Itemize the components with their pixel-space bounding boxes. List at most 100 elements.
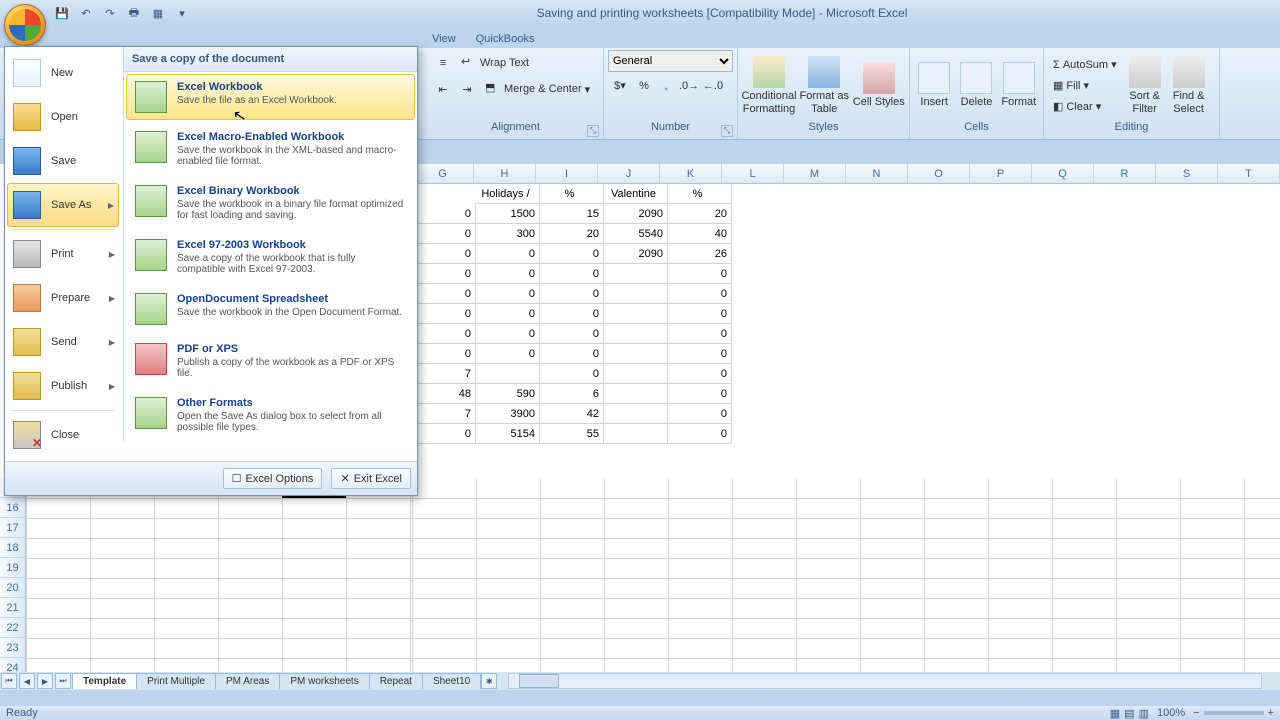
office-button[interactable]	[4, 4, 46, 46]
cell[interactable]: 0	[668, 424, 732, 444]
zoom-in-button[interactable]: +	[1268, 707, 1274, 719]
wrap-text-button[interactable]: ↩Wrap Text	[456, 52, 534, 74]
sheet-nav-last[interactable]: ⏭	[55, 673, 71, 689]
row-header[interactable]: 16	[0, 498, 26, 518]
fill-button[interactable]: ▦ Fill ▾	[1048, 76, 1122, 95]
sort-filter-button[interactable]: Sort & Filter	[1124, 52, 1166, 120]
cell[interactable]: 0	[540, 244, 604, 264]
cell[interactable]: 0	[476, 304, 540, 324]
cell-header[interactable]: Holidays /	[476, 184, 540, 204]
qat-print-icon[interactable]: 🖶	[124, 4, 144, 22]
sheet-tab[interactable]: Repeat	[369, 673, 423, 689]
column-header-Q[interactable]: Q	[1032, 164, 1094, 183]
cell[interactable]: 0	[476, 244, 540, 264]
sheet-tab[interactable]: PM worksheets	[279, 673, 369, 689]
menu-save[interactable]: Save	[7, 139, 119, 183]
menu-publish[interactable]: Publish▶	[7, 364, 119, 408]
column-header-K[interactable]: K	[660, 164, 722, 183]
view-normal-icon[interactable]: ▦	[1110, 707, 1120, 720]
menu-print[interactable]: Print▶	[7, 232, 119, 276]
cell[interactable]: 0	[412, 244, 476, 264]
row-header[interactable]: 20	[0, 578, 26, 598]
saveas-option[interactable]: Excel WorkbookSave the file as an Excel …	[126, 74, 415, 120]
column-header-L[interactable]: L	[722, 164, 784, 183]
cell[interactable]	[604, 324, 668, 344]
cell[interactable]: 5540	[604, 224, 668, 244]
cell[interactable]: 0	[412, 324, 476, 344]
cell[interactable]: 7	[412, 364, 476, 384]
cell[interactable]: 0	[540, 344, 604, 364]
delete-button[interactable]: Delete	[956, 52, 996, 120]
cell[interactable]	[604, 344, 668, 364]
saveas-option[interactable]: Excel 97-2003 WorkbookSave a copy of the…	[124, 230, 417, 284]
insert-button[interactable]: Insert	[914, 52, 954, 120]
column-header-M[interactable]: M	[784, 164, 846, 183]
alignment-dialog-launcher[interactable]: ⤡	[587, 125, 599, 137]
row-header[interactable]: 23	[0, 638, 26, 658]
sheet-tab[interactable]: Template	[72, 673, 137, 689]
zoom-slider[interactable]	[1204, 711, 1264, 715]
currency-button[interactable]: $▾	[608, 76, 632, 95]
cell[interactable]: 300	[476, 224, 540, 244]
number-dialog-launcher[interactable]: ⤡	[721, 125, 733, 137]
sheet-tab[interactable]: PM Areas	[215, 673, 280, 689]
cell[interactable]	[604, 404, 668, 424]
horizontal-scrollbar[interactable]	[508, 673, 1262, 689]
cell[interactable]: 15	[540, 204, 604, 224]
cell[interactable]	[476, 364, 540, 384]
row-header[interactable]: 21	[0, 598, 26, 618]
inc-decimal-button[interactable]: .0→	[678, 76, 700, 95]
clear-button[interactable]: ◧ Clear ▾	[1048, 97, 1122, 116]
qat-redo-icon[interactable]: ↷	[100, 4, 120, 22]
cell[interactable]	[604, 284, 668, 304]
qat-save-icon[interactable]: 💾	[52, 4, 72, 22]
cell[interactable]: 0	[540, 364, 604, 384]
sheet-nav-first[interactable]: ⏮	[1, 673, 17, 689]
menu-open[interactable]: Open	[7, 95, 119, 139]
view-pagebreak-icon[interactable]: ▥	[1139, 707, 1149, 720]
qat-undo-icon[interactable]: ↶	[76, 4, 96, 22]
conditional-formatting-button[interactable]: Conditional Formatting	[742, 52, 796, 120]
cell[interactable]: 6	[540, 384, 604, 404]
cell[interactable]	[604, 364, 668, 384]
cell[interactable]: 0	[476, 324, 540, 344]
cell[interactable]: 0	[412, 284, 476, 304]
indent-inc-button[interactable]: ⇥	[456, 78, 478, 100]
cell[interactable]: 0	[412, 264, 476, 284]
column-header-S[interactable]: S	[1156, 164, 1218, 183]
saveas-option[interactable]: Other FormatsOpen the Save As dialog box…	[124, 388, 417, 442]
sheet-tab[interactable]: Sheet10	[422, 673, 481, 689]
cell[interactable]: 0	[668, 384, 732, 404]
column-header-I[interactable]: I	[536, 164, 598, 183]
saveas-option[interactable]: Excel Binary WorkbookSave the workbook i…	[124, 176, 417, 230]
cell[interactable]: 48	[412, 384, 476, 404]
column-header-O[interactable]: O	[908, 164, 970, 183]
tab-view[interactable]: View	[422, 30, 466, 48]
column-header-P[interactable]: P	[970, 164, 1032, 183]
cell[interactable]: 0	[476, 284, 540, 304]
merge-center-button[interactable]: ⬒Merge & Center ▾	[480, 78, 595, 100]
find-select-button[interactable]: Find & Select	[1168, 52, 1210, 120]
row-header[interactable]: 19	[0, 558, 26, 578]
cell[interactable]: 0	[540, 304, 604, 324]
cell[interactable]: 42	[540, 404, 604, 424]
cell[interactable]: 0	[412, 304, 476, 324]
cell[interactable]: 0	[476, 264, 540, 284]
sheet-tab[interactable]: Print Multiple	[136, 673, 216, 689]
menu-close[interactable]: Close	[7, 413, 119, 457]
scrollbar-thumb[interactable]	[519, 674, 559, 688]
column-header-N[interactable]: N	[846, 164, 908, 183]
cell[interactable]: 0	[668, 284, 732, 304]
number-format-select[interactable]: General	[608, 50, 733, 72]
cell[interactable]: 0	[540, 264, 604, 284]
autosum-button[interactable]: Σ AutoSum ▾	[1048, 55, 1122, 74]
indent-dec-button[interactable]: ⇤	[432, 78, 454, 100]
cell[interactable]: 0	[668, 364, 732, 384]
cell[interactable]: 20	[540, 224, 604, 244]
cell[interactable]: 0	[668, 264, 732, 284]
cell[interactable]: 0	[412, 424, 476, 444]
sheet-nav-prev[interactable]: ◀	[19, 673, 35, 689]
cell-header[interactable]: %	[668, 184, 732, 204]
cell[interactable]	[604, 424, 668, 444]
excel-options-button[interactable]: ☐Excel Options	[223, 468, 323, 489]
